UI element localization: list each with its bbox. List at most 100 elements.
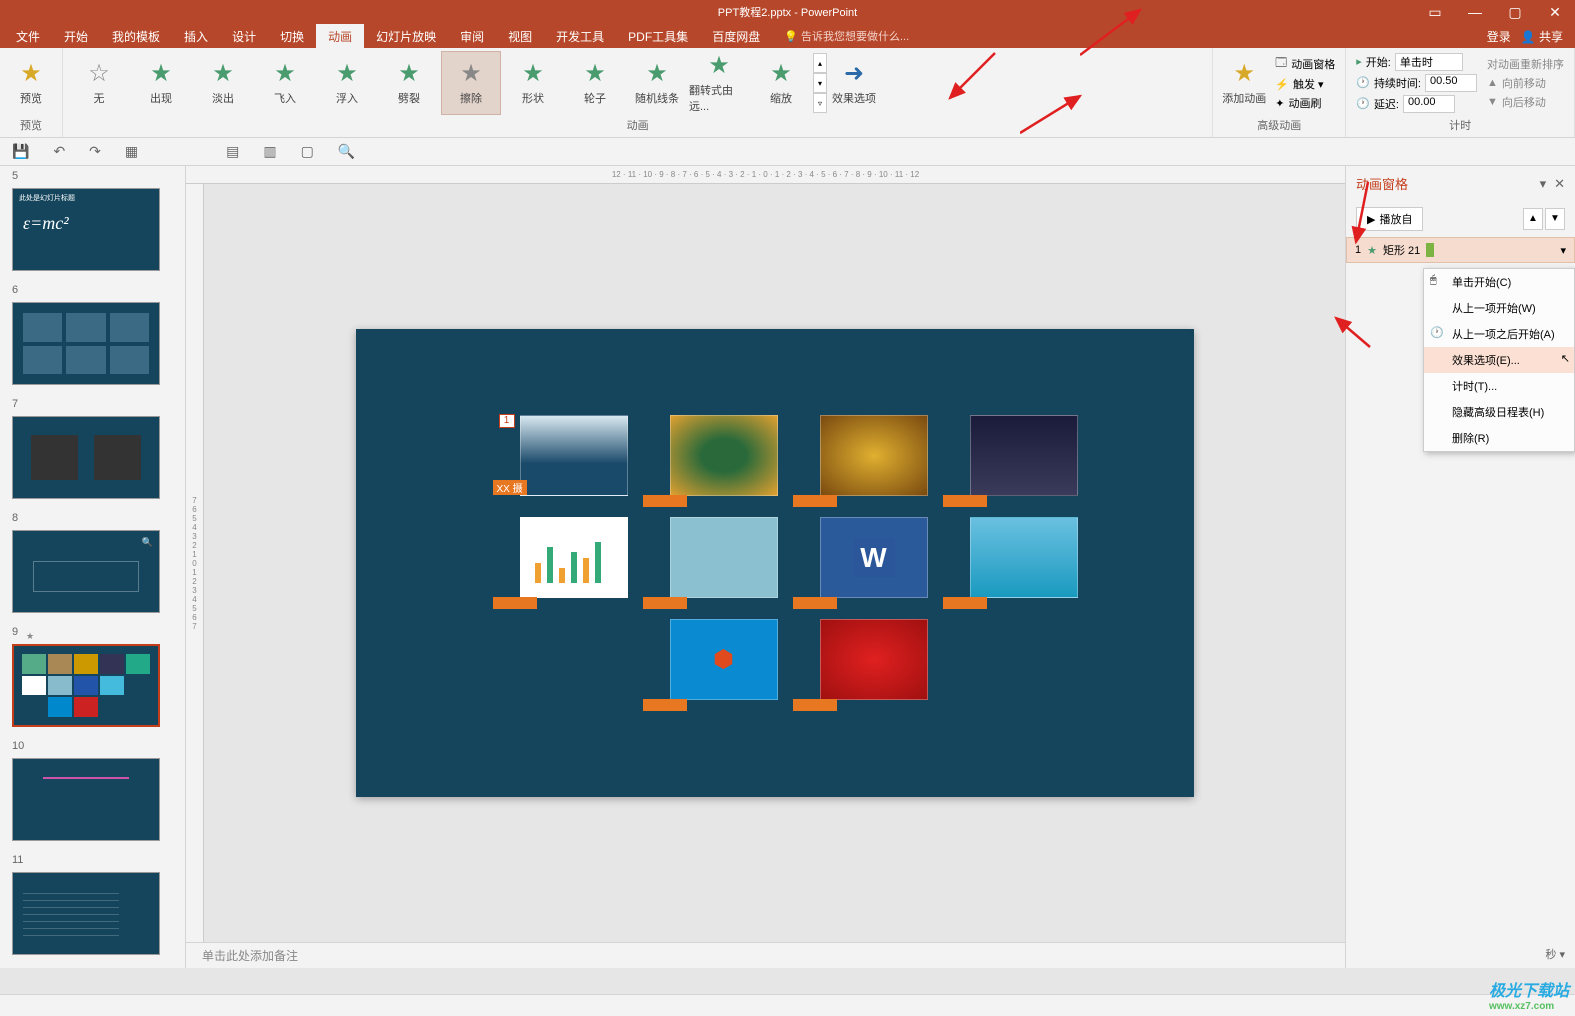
- slide-picture[interactable]: W: [820, 517, 928, 598]
- tab-file[interactable]: 文件: [4, 24, 52, 49]
- anim-wheel[interactable]: ★轮子: [565, 51, 625, 115]
- tab-transition[interactable]: 切换: [268, 24, 316, 49]
- slide-picture[interactable]: [820, 619, 928, 700]
- caption-tag: [793, 699, 837, 711]
- slide-thumbnails-panel[interactable]: 5 此处是幻灯片标题ε=mc² 6 7 8 🔍 9★ 10 11: [0, 166, 186, 968]
- animation-list-item[interactable]: 1 ★ 矩形 21 ▾: [1346, 237, 1575, 263]
- anim-wipe[interactable]: ★擦除: [441, 51, 501, 115]
- tell-me[interactable]: 💡 告诉我您想要做什么...: [772, 28, 909, 44]
- login-link[interactable]: 登录: [1487, 28, 1511, 45]
- star-icon: ★: [1367, 244, 1377, 257]
- trigger-button[interactable]: ⚡ 触发 ▾: [1271, 75, 1339, 93]
- tab-baidu[interactable]: 百度网盘: [700, 24, 772, 49]
- anim-spin[interactable]: ★翻转式由远...: [689, 51, 749, 115]
- redo-icon[interactable]: ↷: [89, 143, 101, 160]
- tab-design[interactable]: 设计: [220, 24, 268, 49]
- tab-slideshow[interactable]: 幻灯片放映: [364, 24, 448, 49]
- effect-options-button[interactable]: ➜效果选项: [829, 51, 879, 115]
- anim-shape[interactable]: ★形状: [503, 51, 563, 115]
- thumbnail-6[interactable]: 6: [12, 284, 173, 390]
- slide-picture[interactable]: ⬢: [670, 619, 778, 700]
- qat-icon[interactable]: 🔍: [338, 143, 355, 160]
- start-dropdown[interactable]: 单击时: [1395, 53, 1463, 71]
- thumbnail-8[interactable]: 8 🔍: [12, 512, 173, 618]
- close-pane-icon[interactable]: ✕: [1554, 176, 1565, 191]
- notes-pane[interactable]: 单击此处添加备注: [186, 942, 1345, 968]
- save-icon[interactable]: 💾: [12, 143, 29, 160]
- ctx-effect-options[interactable]: 效果选项(E)...↖: [1424, 347, 1574, 373]
- title-bar: PPT教程2.pptx - PowerPoint ▭ — ▢ ✕: [0, 0, 1575, 24]
- anim-flyin[interactable]: ★飞入: [255, 51, 315, 115]
- minimize-icon[interactable]: —: [1455, 4, 1495, 21]
- anim-shape-name: 矩形 21: [1383, 242, 1420, 258]
- slide-picture[interactable]: [670, 517, 778, 598]
- ribbon-options-icon[interactable]: ▭: [1415, 4, 1455, 21]
- caption-tag: [943, 495, 987, 507]
- thumbnail-9[interactable]: 9★: [12, 626, 173, 732]
- slide-picture[interactable]: [670, 415, 778, 496]
- delay-spinner[interactable]: 00.00: [1403, 95, 1455, 113]
- duration-spinner[interactable]: 00.50: [1425, 74, 1477, 92]
- qat-icon[interactable]: ▢: [301, 143, 314, 160]
- ctx-hide-advanced[interactable]: 隐藏高级日程表(H): [1424, 399, 1574, 425]
- share-button[interactable]: 👤 共享: [1521, 28, 1563, 45]
- tab-devtools[interactable]: 开发工具: [544, 24, 616, 49]
- gallery-more[interactable]: ▴▾▿: [813, 53, 827, 113]
- qat-icon[interactable]: ▥: [263, 143, 276, 160]
- tab-review[interactable]: 审阅: [448, 24, 496, 49]
- anim-zoom[interactable]: ★缩放: [751, 51, 811, 115]
- close-icon[interactable]: ✕: [1535, 4, 1575, 21]
- thumbnail-10[interactable]: 10: [12, 740, 173, 846]
- item-dropdown-icon[interactable]: ▾: [1560, 244, 1566, 257]
- start-from-beginning-icon[interactable]: ▦: [125, 143, 138, 160]
- ctx-timing[interactable]: 计时(T)...: [1424, 373, 1574, 399]
- thumbnail-5[interactable]: 5 此处是幻灯片标题ε=mc²: [12, 170, 173, 276]
- slide-picture[interactable]: 1XX 摄: [520, 415, 628, 496]
- play-from-button[interactable]: ▶ 播放自: [1356, 207, 1423, 231]
- ctx-on-click[interactable]: 🖱单击开始(C): [1424, 269, 1574, 295]
- preview-button[interactable]: ★ 预览: [6, 51, 56, 115]
- status-bar: [0, 994, 1575, 1016]
- slide-picture[interactable]: [970, 415, 1078, 496]
- thumbnail-11[interactable]: 11: [12, 854, 173, 960]
- qat-icon[interactable]: ▤: [226, 143, 239, 160]
- anim-float[interactable]: ★浮入: [317, 51, 377, 115]
- undo-icon[interactable]: ↶: [53, 143, 65, 160]
- anim-fade[interactable]: ★淡出: [193, 51, 253, 115]
- slide-picture[interactable]: [820, 415, 928, 496]
- anim-appear[interactable]: ★出现: [131, 51, 191, 115]
- tab-insert[interactable]: 插入: [172, 24, 220, 49]
- maximize-icon[interactable]: ▢: [1495, 4, 1535, 21]
- ctx-remove[interactable]: 删除(R): [1424, 425, 1574, 451]
- word-icon: W: [853, 538, 895, 577]
- move-up-icon[interactable]: ▲: [1523, 208, 1543, 230]
- tab-home[interactable]: 开始: [52, 24, 100, 49]
- anim-random[interactable]: ★随机线条: [627, 51, 687, 115]
- move-down-icon[interactable]: ▼: [1545, 208, 1565, 230]
- tab-pdf[interactable]: PDF工具集: [616, 24, 700, 49]
- tab-view[interactable]: 视图: [496, 24, 544, 49]
- thumbnail-7[interactable]: 7: [12, 398, 173, 504]
- add-animation-button[interactable]: ★添加动画: [1219, 51, 1269, 115]
- star-icon: ★: [584, 59, 606, 88]
- star-icon: ★: [336, 59, 358, 88]
- move-later-button[interactable]: ▼ 向后移动: [1483, 93, 1568, 111]
- slide-canvas[interactable]: 1XX 摄 W ⬢: [356, 329, 1194, 797]
- ctx-with-previous[interactable]: 从上一项开始(W): [1424, 295, 1574, 321]
- slide-picture[interactable]: [520, 517, 628, 598]
- move-earlier-button[interactable]: ▲ 向前移动: [1483, 74, 1568, 92]
- animation-pane-title: 动画窗格: [1356, 174, 1408, 193]
- anim-split[interactable]: ★劈裂: [379, 51, 439, 115]
- slide-picture[interactable]: [970, 517, 1078, 598]
- tab-animation[interactable]: 动画: [316, 24, 364, 49]
- tab-template[interactable]: 我的模板: [100, 24, 172, 49]
- group-preview-label: 预览: [6, 115, 56, 135]
- caption-tag: [643, 495, 687, 507]
- ctx-after-previous[interactable]: 🕐从上一项之后开始(A): [1424, 321, 1574, 347]
- anim-none[interactable]: ☆无: [69, 51, 129, 115]
- animation-pane-button[interactable]: 🗔 动画窗格: [1271, 53, 1339, 74]
- pane-options-icon[interactable]: ▾: [1540, 176, 1547, 191]
- seconds-dropdown[interactable]: 秒 ▾: [1346, 940, 1575, 968]
- animation-order-badge: 1: [499, 414, 515, 428]
- animation-painter-button[interactable]: ✦ 动画刷: [1271, 94, 1339, 112]
